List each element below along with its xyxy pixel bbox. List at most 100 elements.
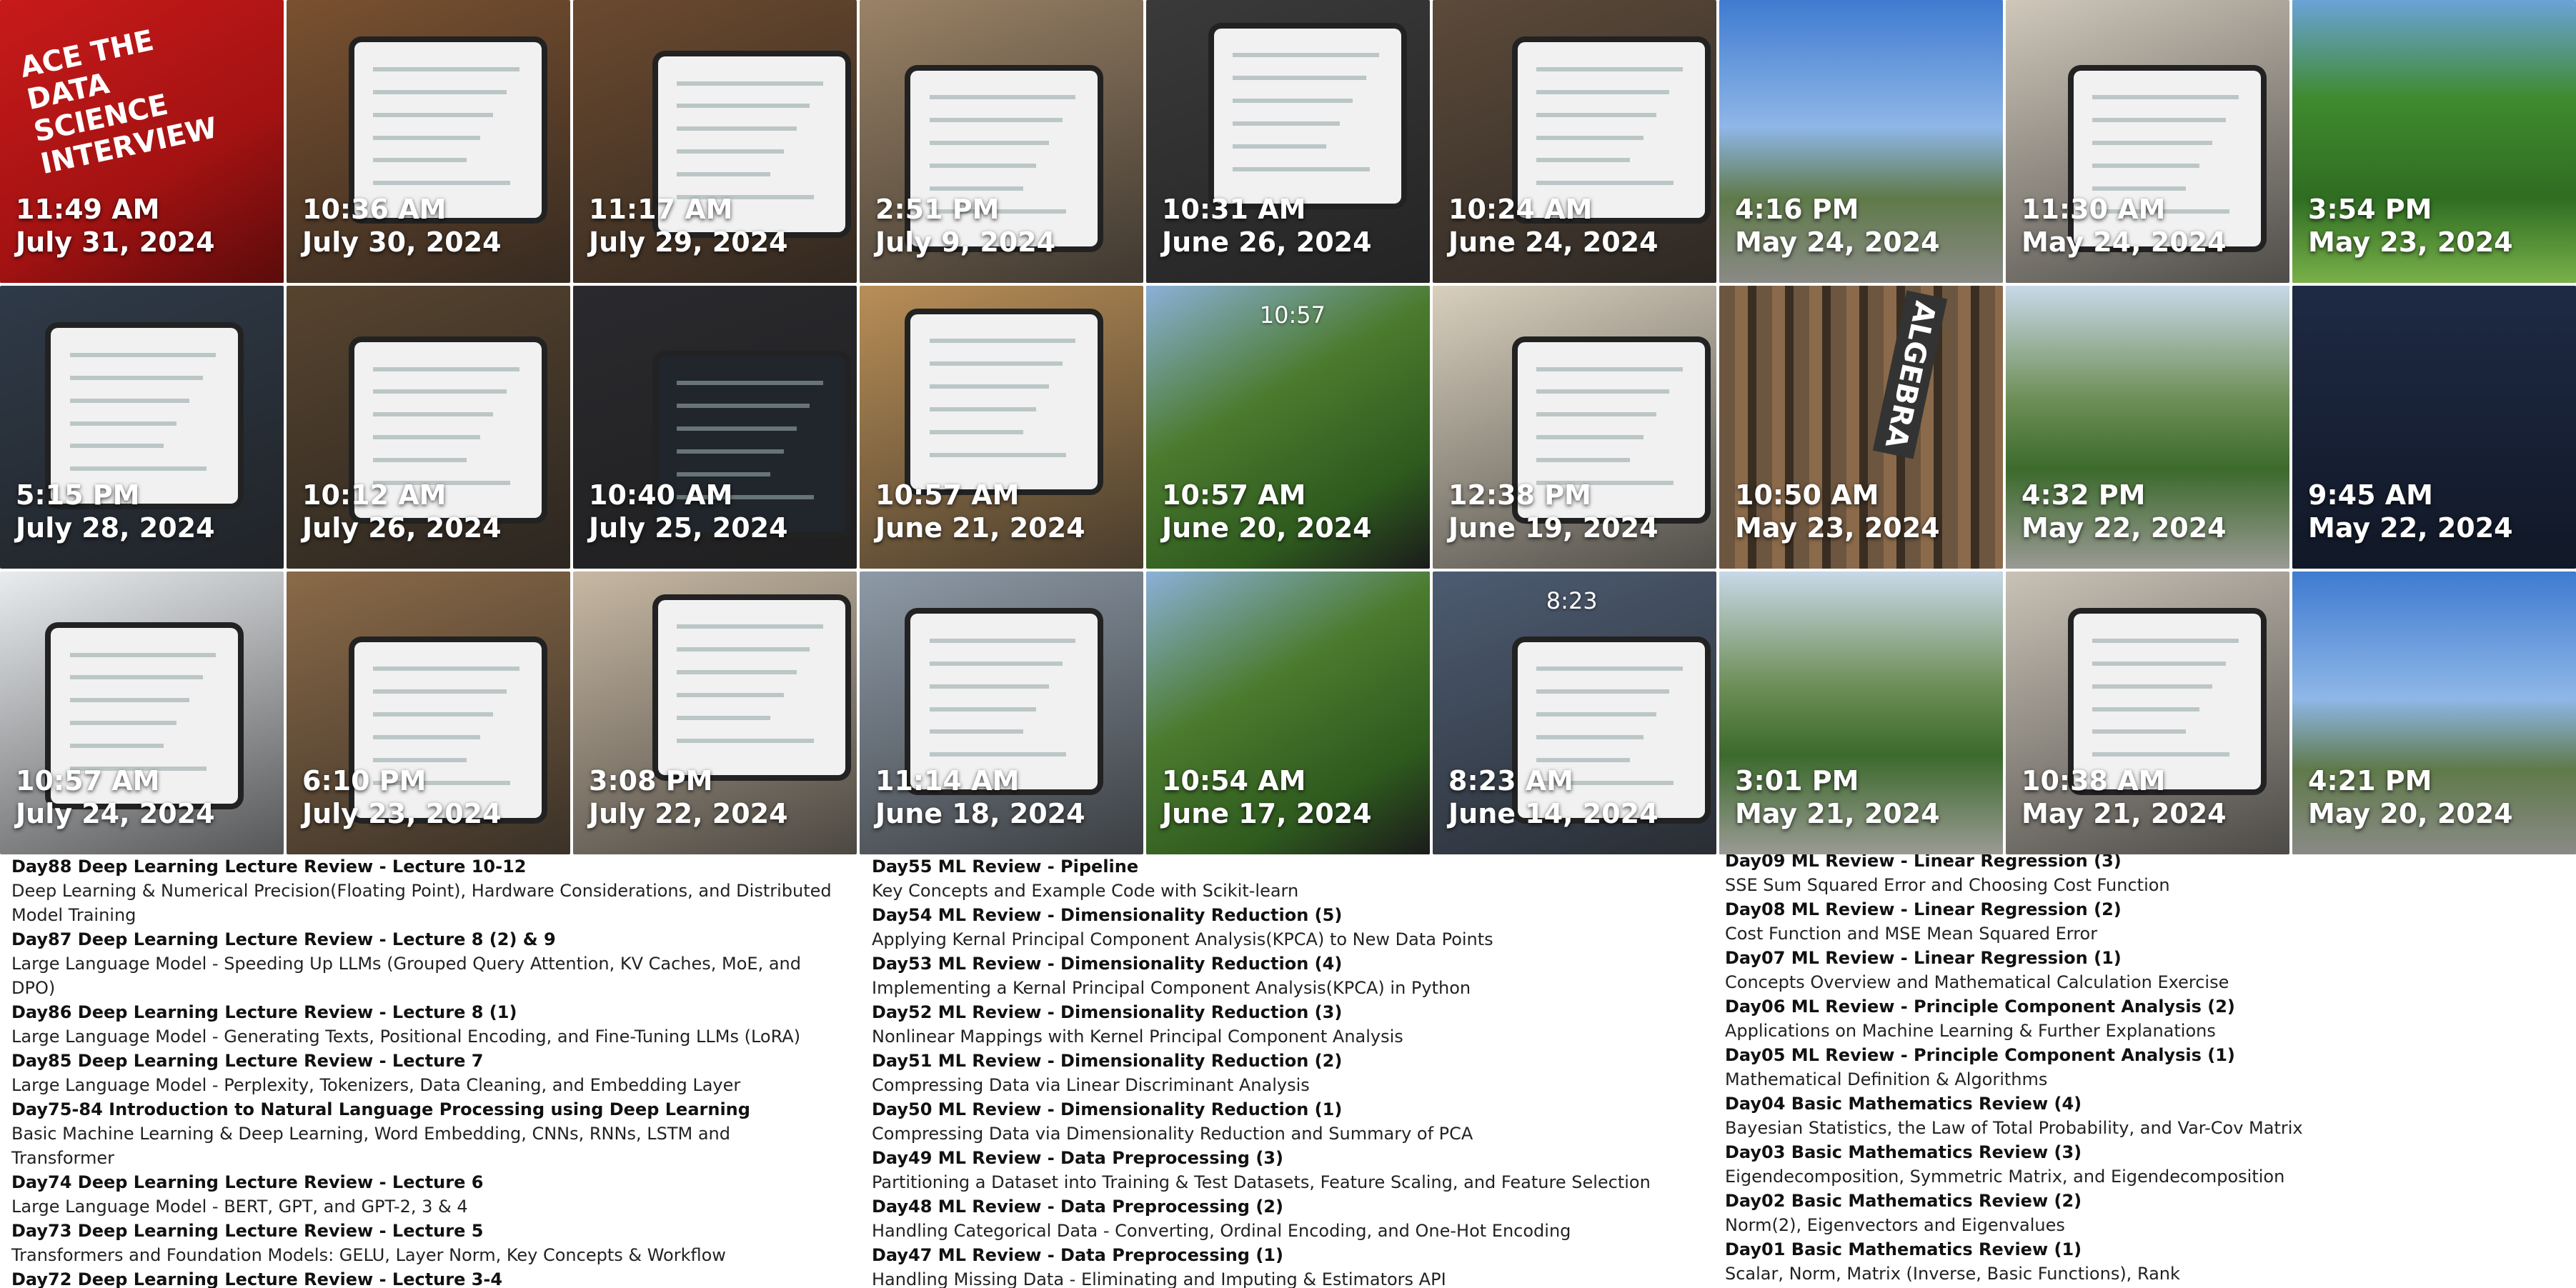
post-title-link[interactable]: Day75-84 Introduction to Natural Languag… xyxy=(11,1097,833,1122)
post-title-link[interactable]: Day50 ML Review - Dimensionality Reducti… xyxy=(872,1097,1694,1122)
photo-date: May 24, 2024 xyxy=(1735,226,1940,258)
post-title-link[interactable]: Day55 ML Review - Pipeline xyxy=(872,854,1694,879)
photo-tile[interactable]: 10:57 AM June 21, 2024 xyxy=(860,286,1143,569)
photo-time: 10:12 AM xyxy=(302,479,447,511)
post-title-link[interactable]: Day53 ML Review - Dimensionality Reducti… xyxy=(872,952,1694,976)
post-description: Nonlinear Mappings with Kernel Principal… xyxy=(872,1027,1403,1047)
post-description: Compressing Data via Dimensionality Redu… xyxy=(872,1124,1473,1144)
photo-timestamp: 3:54 PM May 23, 2024 xyxy=(2308,193,2513,259)
device-screen xyxy=(2074,614,2262,789)
photo-tile[interactable]: 11:14 AM June 18, 2024 xyxy=(860,571,1143,854)
post-title-link[interactable]: Day87 Deep Learning Lecture Review - Lec… xyxy=(11,927,833,952)
photo-date: July 9, 2024 xyxy=(875,226,1056,258)
photo-timestamp: 11:49 AM July 31, 2024 xyxy=(16,193,215,259)
post-title-link[interactable]: Day88 Deep Learning Lecture Review - Lec… xyxy=(11,854,833,879)
photo-tile[interactable]: 10:38 AM May 21, 2024 xyxy=(2006,571,2289,854)
post-title-link[interactable]: Day54 ML Review - Dimensionality Reducti… xyxy=(872,903,1694,927)
post-description: Large Language Model - Speeding Up LLMs … xyxy=(11,954,801,998)
photo-time: 11:17 AM xyxy=(589,194,733,225)
photo-time: 10:57 AM xyxy=(16,765,160,797)
post-title-link[interactable]: Day72 Deep Learning Lecture Review - Lec… xyxy=(11,1267,833,1288)
post-description: Large Language Model - Perplexity, Token… xyxy=(11,1075,741,1095)
photo-tile[interactable]: 12:38 PM June 19, 2024 xyxy=(1433,286,1716,569)
photo-tile[interactable]: 4:21 PM May 20, 2024 xyxy=(2292,571,2576,854)
photo-tile[interactable]: ACE THE DATA SCIENCE INTERVIEW 11:49 AM Ju… xyxy=(0,0,284,283)
photo-tile[interactable]: 10:40 AM July 25, 2024 xyxy=(573,286,857,569)
post-title-link[interactable]: Day04 Basic Mathematics Review (4) xyxy=(1725,1092,2547,1116)
post-title-link[interactable]: Day48 ML Review - Data Preprocessing (2) xyxy=(872,1194,1694,1219)
photo-time: 11:30 AM xyxy=(2021,194,2166,225)
post-title-link[interactable]: Day08 ML Review - Linear Regression (2) xyxy=(1725,897,2547,922)
photo-tile[interactable]: 3:54 PM May 23, 2024 xyxy=(2292,0,2576,283)
photo-tile[interactable]: 11:30 AM May 24, 2024 xyxy=(2006,0,2289,283)
photo-tile[interactable]: 8:23 8:23 AM June 14, 2024 xyxy=(1433,571,1716,854)
post-description: Concepts Overview and Mathematical Calcu… xyxy=(1725,972,2229,992)
post-description: Key Concepts and Example Code with Sciki… xyxy=(872,881,1299,901)
post-description: Large Language Model - BERT, GPT, and GP… xyxy=(11,1197,468,1217)
post-description: Compressing Data via Linear Discriminant… xyxy=(872,1075,1310,1095)
photo-tile[interactable]: 3:01 PM May 21, 2024 xyxy=(1719,571,2003,854)
photo-tile[interactable]: 5:15 PM July 28, 2024 xyxy=(0,286,284,569)
photo-timestamp: 10:24 AM June 24, 2024 xyxy=(1448,193,1659,259)
post-title-link[interactable]: Day01 Basic Mathematics Review (1) xyxy=(1725,1237,2547,1262)
photo-tile[interactable]: 2:51 PM July 9, 2024 xyxy=(860,0,1143,283)
photo-tile[interactable]: 4:16 PM May 24, 2024 xyxy=(1719,0,2003,283)
photo-tile[interactable]: 10:57 AM July 24, 2024 xyxy=(0,571,284,854)
device-screen xyxy=(658,599,846,776)
photo-tile[interactable]: 10:57 10:57 AM June 20, 2024 xyxy=(1146,286,1430,569)
post-title-link[interactable]: Day09 ML Review - Linear Regression (3) xyxy=(1725,854,2547,873)
photo-date: July 28, 2024 xyxy=(16,512,215,544)
post-title-link[interactable]: Day73 Deep Learning Lecture Review - Lec… xyxy=(11,1219,833,1243)
post-title-link[interactable]: Day86 Deep Learning Lecture Review - Lec… xyxy=(11,1000,833,1024)
device-screen xyxy=(910,314,1098,490)
photo-date: May 21, 2024 xyxy=(1735,798,1940,829)
photo-tile[interactable]: 10:54 AM June 17, 2024 xyxy=(1146,571,1430,854)
photo-tile[interactable]: 6:10 PM July 23, 2024 xyxy=(287,571,570,854)
photo-tile[interactable]: 10:31 AM June 26, 2024 xyxy=(1146,0,1430,283)
post-title-link[interactable]: Day02 Basic Mathematics Review (2) xyxy=(1725,1189,2547,1213)
photo-tile[interactable]: 4:32 PM May 22, 2024 xyxy=(2006,286,2289,569)
photo-time: 10:36 AM xyxy=(302,194,447,225)
post-description: Applications on Machine Learning & Furth… xyxy=(1725,1021,2216,1041)
post-description: Scalar, Norm, Matrix (Inverse, Basic Fun… xyxy=(1725,1264,2180,1284)
post-title-link[interactable]: Day05 ML Review - Principle Component An… xyxy=(1725,1043,2547,1067)
post-title-link[interactable]: Day51 ML Review - Dimensionality Reducti… xyxy=(872,1049,1694,1073)
photo-tile[interactable]: 3:08 PM July 22, 2024 xyxy=(573,571,857,854)
photo-tile[interactable]: 10:24 AM June 24, 2024 xyxy=(1433,0,1716,283)
post-column-3: Day09 ML Review - Linear Regression (3) S… xyxy=(1725,854,2547,1286)
photo-date: June 21, 2024 xyxy=(875,512,1085,544)
photo-timestamp: 11:17 AM July 29, 2024 xyxy=(589,193,788,259)
photo-time: 11:14 AM xyxy=(875,765,1020,797)
photo-timestamp: 5:15 PM July 28, 2024 xyxy=(16,479,215,544)
post-title-link[interactable]: Day47 ML Review - Data Preprocessing (1) xyxy=(872,1243,1694,1267)
post-title-link[interactable]: Day74 Deep Learning Lecture Review - Lec… xyxy=(11,1170,833,1194)
photo-tile[interactable]: 10:36 AM July 30, 2024 xyxy=(287,0,570,283)
post-title-link[interactable]: Day85 Deep Learning Lecture Review - Lec… xyxy=(11,1049,833,1073)
photo-timestamp: 3:01 PM May 21, 2024 xyxy=(1735,764,1940,830)
photo-tile[interactable]: 9:45 AM May 22, 2024 xyxy=(2292,286,2576,569)
photo-tile[interactable]: 10:12 AM July 26, 2024 xyxy=(287,286,570,569)
photo-date: June 24, 2024 xyxy=(1448,226,1659,258)
photo-timestamp: 10:40 AM July 25, 2024 xyxy=(589,479,788,544)
photo-timestamp: 8:23 AM June 14, 2024 xyxy=(1448,764,1659,830)
photo-time: 11:49 AM xyxy=(16,194,160,225)
photo-tile[interactable]: 11:17 AM July 29, 2024 xyxy=(573,0,857,283)
post-title-link[interactable]: Day52 ML Review - Dimensionality Reducti… xyxy=(872,1000,1694,1024)
post-title-link[interactable]: Day49 ML Review - Data Preprocessing (3) xyxy=(872,1146,1694,1170)
device-screen xyxy=(1214,28,1402,204)
post-description: Implementing a Kernal Principal Componen… xyxy=(872,978,1471,998)
photo-time: 10:31 AM xyxy=(1162,194,1306,225)
photo-timestamp: 11:30 AM May 24, 2024 xyxy=(2021,193,2227,259)
book-cover-text: ALGEBRA xyxy=(1873,290,1948,459)
post-title-link[interactable]: Day03 Basic Mathematics Review (3) xyxy=(1725,1140,2547,1164)
photo-tile[interactable]: ALGEBRA 10:50 AM May 23, 2024 xyxy=(1719,286,2003,569)
post-title-link[interactable]: Day07 ML Review - Linear Regression (1) xyxy=(1725,946,2547,970)
post-description: Applying Kernal Principal Component Anal… xyxy=(872,929,1493,949)
photo-timestamp: 10:12 AM July 26, 2024 xyxy=(302,479,502,544)
post-description: Basic Machine Learning & Deep Learning, … xyxy=(11,1124,730,1168)
device-screen xyxy=(1518,42,1706,218)
book-cover-text: ACE THE DATA SCIENCE INTERVIEW xyxy=(17,24,220,181)
photo-time: 3:08 PM xyxy=(589,765,713,797)
post-title-link[interactable]: Day06 ML Review - Principle Component An… xyxy=(1725,994,2547,1019)
photo-date: May 24, 2024 xyxy=(2021,226,2227,258)
